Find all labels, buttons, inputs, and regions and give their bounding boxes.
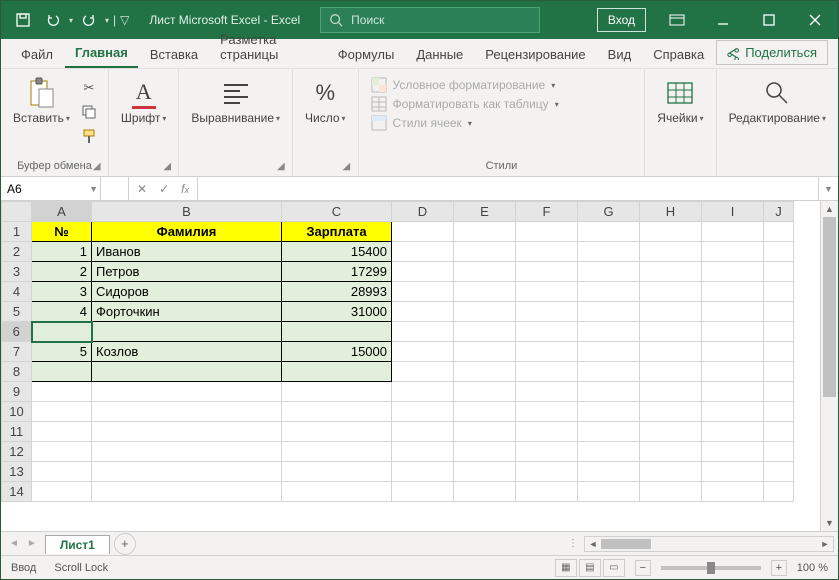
formula-bar: A6▼ ✕ ✓ fx ▼: [1, 177, 838, 201]
alignment-launcher[interactable]: ◢: [277, 161, 289, 173]
cell-styles-icon: [371, 115, 387, 131]
col-header-C[interactable]: C: [282, 202, 392, 222]
cell-styles-button[interactable]: Стили ячеек▾: [367, 115, 637, 131]
redo-icon[interactable]: [75, 6, 103, 34]
expand-formula-bar[interactable]: ▼: [818, 177, 838, 200]
col-header-F[interactable]: F: [516, 202, 578, 222]
formula-input[interactable]: [198, 177, 818, 200]
tab-nav-next[interactable]: ►: [27, 538, 37, 549]
vertical-scrollbar[interactable]: ▲ ▼: [820, 201, 838, 531]
search-box[interactable]: Поиск: [320, 7, 540, 33]
tab-formulas[interactable]: Формулы: [328, 41, 405, 68]
format-painter-icon[interactable]: [78, 125, 100, 147]
select-all-corner[interactable]: [2, 202, 32, 222]
undo-icon[interactable]: [39, 6, 67, 34]
font-icon: A: [132, 77, 156, 109]
active-cell[interactable]: [32, 322, 92, 342]
col-header-H[interactable]: H: [640, 202, 702, 222]
group-font: A Шрифт▾ ◢: [109, 69, 180, 176]
cells-icon: [664, 77, 696, 109]
zoom-level[interactable]: 100 %: [797, 562, 828, 574]
cond-format-icon: [371, 77, 387, 93]
font-button[interactable]: A Шрифт▾: [117, 73, 171, 129]
format-as-table-button[interactable]: Форматировать как таблицу▾: [367, 96, 637, 112]
tab-layout[interactable]: Разметка страницы: [210, 26, 326, 68]
col-header-I[interactable]: I: [702, 202, 764, 222]
share-button[interactable]: Поделиться: [716, 40, 828, 65]
fx-icon[interactable]: fx: [181, 182, 189, 196]
sheet-tab-1[interactable]: Лист1: [45, 535, 110, 554]
minimize-button[interactable]: [700, 1, 746, 39]
col-header-J[interactable]: J: [764, 202, 794, 222]
conditional-formatting-button[interactable]: Условное форматирование▾: [367, 77, 637, 93]
tab-nav-prev[interactable]: ◄: [9, 538, 19, 549]
view-page-layout-icon[interactable]: ▤: [579, 559, 601, 577]
zoom-in-button[interactable]: +: [771, 560, 787, 576]
maximize-button[interactable]: [746, 1, 792, 39]
save-icon[interactable]: [9, 6, 37, 34]
tab-home[interactable]: Главная: [65, 39, 138, 68]
ribbon-tabs: Файл Главная Вставка Разметка страницы Ф…: [1, 39, 838, 69]
col-header-A[interactable]: A: [32, 202, 92, 222]
alignment-icon: [220, 77, 252, 109]
find-icon: [761, 77, 793, 109]
search-icon: [329, 13, 343, 27]
col-header-B[interactable]: B: [92, 202, 282, 222]
number-launcher[interactable]: ◢: [343, 161, 355, 173]
add-sheet-button[interactable]: +: [114, 533, 136, 555]
sheet-area: A B C D E F G H I J 1 № Фамилия Зарплата: [1, 201, 838, 531]
horizontal-scrollbar[interactable]: ◄ ►: [584, 536, 834, 552]
font-launcher[interactable]: ◢: [163, 161, 175, 173]
name-box[interactable]: A6▼: [1, 177, 101, 200]
tab-file[interactable]: Файл: [11, 41, 63, 68]
status-scroll-lock: Scroll Lock: [54, 562, 108, 574]
alignment-button[interactable]: Выравнивание▾: [187, 73, 284, 129]
group-editing: Редактирование▾: [717, 69, 838, 176]
col-header-E[interactable]: E: [454, 202, 516, 222]
tab-data[interactable]: Данные: [406, 41, 473, 68]
col-header-D[interactable]: D: [392, 202, 454, 222]
status-mode: Ввод: [11, 562, 36, 574]
excel-window: ▾ ▾ | ▽ Лист Microsoft Excel - Excel Пои…: [0, 0, 839, 580]
copy-icon[interactable]: [78, 101, 100, 123]
cells-button[interactable]: Ячейки▾: [653, 73, 707, 129]
group-alignment: Выравнивание▾ ◢: [179, 69, 293, 176]
quick-access-toolbar: ▾ ▾ | ▽: [1, 6, 137, 34]
col-header-G[interactable]: G: [578, 202, 640, 222]
enter-icon[interactable]: ✓: [159, 182, 169, 196]
number-button[interactable]: % Число▾: [301, 73, 350, 129]
ribbon-display-icon[interactable]: [654, 1, 700, 39]
tab-review[interactable]: Рецензирование: [475, 41, 595, 68]
spreadsheet-grid[interactable]: A B C D E F G H I J 1 № Фамилия Зарплата: [1, 201, 794, 502]
zoom-slider[interactable]: [661, 566, 761, 570]
tab-insert[interactable]: Вставка: [140, 41, 208, 68]
view-normal-icon[interactable]: ▦: [555, 559, 577, 577]
close-button[interactable]: [792, 1, 838, 39]
window-title: Лист Microsoft Excel - Excel: [137, 13, 312, 27]
clipboard-launcher[interactable]: ◢: [93, 161, 105, 173]
editing-button[interactable]: Редактирование▾: [725, 73, 830, 129]
statusbar: Ввод Scroll Lock ▦ ▤ ▭ − + 100 %: [1, 555, 838, 579]
percent-icon: %: [309, 77, 341, 109]
titlebar: ▾ ▾ | ▽ Лист Microsoft Excel - Excel Пои…: [1, 1, 838, 39]
ribbon: Вставить▾ ✂ Буфер обмена ◢ A: [1, 69, 838, 177]
group-styles: Условное форматирование▾ Форматировать к…: [359, 69, 646, 176]
search-placeholder: Поиск: [351, 13, 384, 27]
group-clipboard: Вставить▾ ✂ Буфер обмена ◢: [1, 69, 109, 176]
view-page-break-icon[interactable]: ▭: [603, 559, 625, 577]
login-button[interactable]: Вход: [597, 8, 646, 32]
table-icon: [371, 96, 387, 112]
sheet-tabs-row: ◄ ► Лист1 + ⋮ ◄ ►: [1, 531, 838, 555]
cut-icon[interactable]: ✂: [78, 77, 100, 99]
paste-button[interactable]: Вставить▾: [9, 73, 74, 129]
cancel-icon[interactable]: ✕: [137, 182, 147, 196]
group-cells: Ячейки▾: [645, 69, 716, 176]
zoom-out-button[interactable]: −: [635, 560, 651, 576]
share-icon: [727, 46, 741, 60]
group-number: % Число▾ ◢: [293, 69, 359, 176]
tab-help[interactable]: Справка: [643, 41, 714, 68]
tab-view[interactable]: Вид: [598, 41, 642, 68]
paste-icon: [25, 77, 57, 109]
